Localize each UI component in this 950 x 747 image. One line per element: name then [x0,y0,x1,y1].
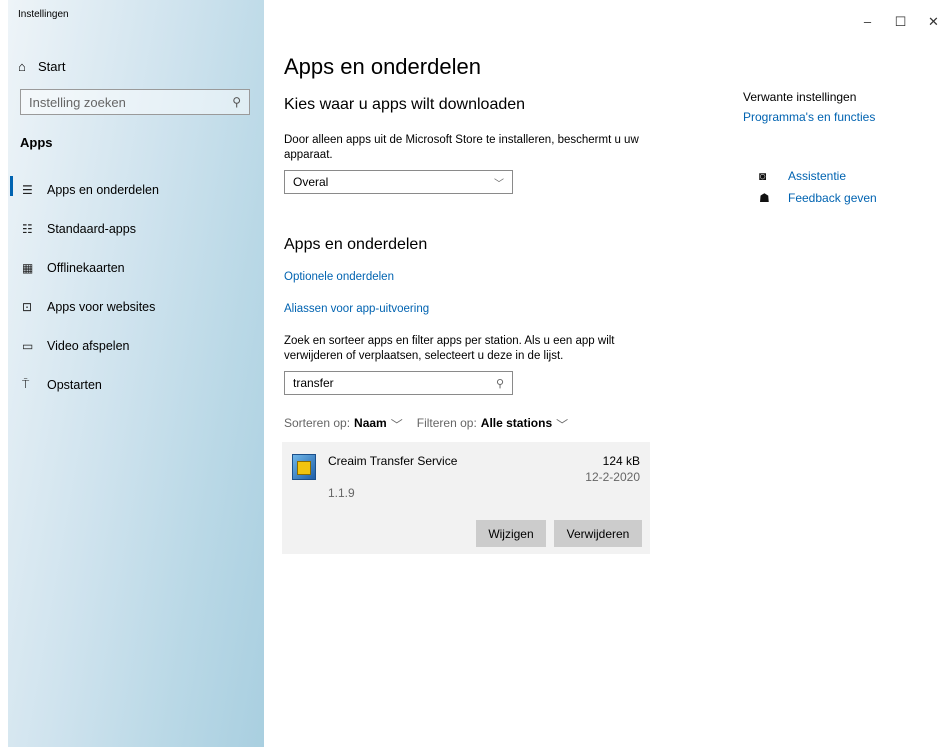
settings-window: Instellingen ⌂ Start Instelling zoeken ⚲… [8,0,950,747]
apps-features-icon: ☰ [22,182,33,197]
get-help-link[interactable]: ◙ Assistentie [759,165,877,187]
window-controls: – ☐ ✕ [851,14,950,30]
download-description: Door alleen apps uit de Microsoft Store … [284,134,639,161]
sort-filter-bar: Sorteren op: Naam ﹀ Filteren op: Alle st… [284,416,568,433]
sidebar-item-startup[interactable]: ⍑ Opstarten [8,365,264,404]
modify-button[interactable]: Wijzigen [476,520,546,547]
apps-websites-icon: ⊡ [22,299,33,314]
sidebar-item-label: Apps voor websites [47,299,156,314]
app-list-item[interactable]: Creaim Transfer Service 124 kB 12-2-2020… [282,442,650,554]
installer-app-icon [292,454,316,480]
window-title: Instellingen [18,9,69,20]
sort-prefix: Sorteren op: [284,416,351,430]
minimize-button[interactable]: – [851,14,884,30]
feedback-person-icon: ☗ [759,191,770,205]
sidebar-item-label: Apps en onderdelen [47,182,159,197]
home-icon: ⌂ [18,58,26,74]
search-icon[interactable]: ⚲ [232,95,241,109]
search-icon: ⚲ [495,377,504,390]
download-source-select[interactable]: Overal ﹀ [284,170,513,194]
help-chat-icon: ◙ [759,169,767,183]
sort-dropdown[interactable]: Sorteren op: Naam ﹀ [284,416,403,433]
programs-features-link[interactable]: Programma's en functies [743,110,943,124]
feedback-label: Feedback geven [788,191,877,205]
app-date: 12-2-2020 [585,470,640,484]
app-name: Creaim Transfer Service [328,454,458,468]
sidebar-item-apps-features[interactable]: ☰ Apps en onderdelen [8,170,264,209]
home-link[interactable]: ⌂ Start [18,56,65,76]
app-execution-aliases-link[interactable]: Aliassen voor app-uitvoering [284,303,429,315]
settings-search-input[interactable]: Instelling zoeken ⚲ [20,89,250,115]
sidebar-item-default-apps[interactable]: ☷ Standaard-apps [8,209,264,248]
apps-heading: Apps en onderdelen [284,236,428,253]
sidebar-nav: ☰ Apps en onderdelen ☷ Standaard-apps ▦ … [8,174,264,404]
help-label: Assistentie [788,169,847,183]
support-links: ◙ Assistentie ☗ Feedback geven [759,165,877,209]
chevron-down-icon: ﹀ [494,178,504,190]
close-button[interactable]: ✕ [917,14,950,30]
page-title: Apps en onderdelen [284,54,481,79]
search-description: Zoek en sorteer apps en filter apps per … [284,335,615,362]
home-label: Start [38,58,66,74]
uninstall-button[interactable]: Verwijderen [554,520,642,547]
sort-value: Naam [354,416,387,430]
chevron-down-icon: ﹀ [556,418,569,432]
video-playback-icon: ▭ [22,338,34,353]
search-placeholder: Instelling zoeken [29,94,126,110]
related-settings-title: Verwante instellingen [743,90,857,104]
sidebar-item-video-playback[interactable]: ▭ Video afspelen [8,326,264,365]
filter-dropdown[interactable]: Filteren op: Alle stations ﹀ [417,416,568,433]
offline-maps-icon: ▦ [22,260,34,275]
sidebar-item-label: Opstarten [47,377,102,392]
select-value: Overal [293,175,329,189]
app-version: 1.1.9 [328,486,355,500]
default-apps-icon: ☷ [22,221,33,236]
sidebar-item-label: Offlinekaarten [47,260,125,275]
startup-icon: ⍑ [22,377,30,391]
sidebar-item-label: Video afspelen [47,338,130,353]
related-settings: Verwante instellingen Programma's en fun… [743,90,943,124]
sidebar: Instellingen ⌂ Start Instelling zoeken ⚲… [8,0,264,747]
maximize-button[interactable]: ☐ [884,14,917,30]
app-search-input[interactable]: transfer ⚲ [284,371,513,395]
app-size: 124 kB [602,454,640,468]
filter-value: Alle stations [480,416,553,430]
download-heading: Kies waar u apps wilt downloaden [284,96,526,113]
sidebar-item-label: Standaard-apps [47,221,136,236]
chevron-down-icon: ﹀ [390,418,403,432]
search-value: transfer [293,376,334,390]
filter-prefix: Filteren op: [416,416,477,430]
optional-features-link[interactable]: Optionele onderdelen [284,271,394,283]
section-label: Apps [20,135,53,150]
sidebar-item-apps-websites[interactable]: ⊡ Apps voor websites [8,287,264,326]
give-feedback-link[interactable]: ☗ Feedback geven [759,187,877,209]
sidebar-item-offline-maps[interactable]: ▦ Offlinekaarten [8,248,264,287]
